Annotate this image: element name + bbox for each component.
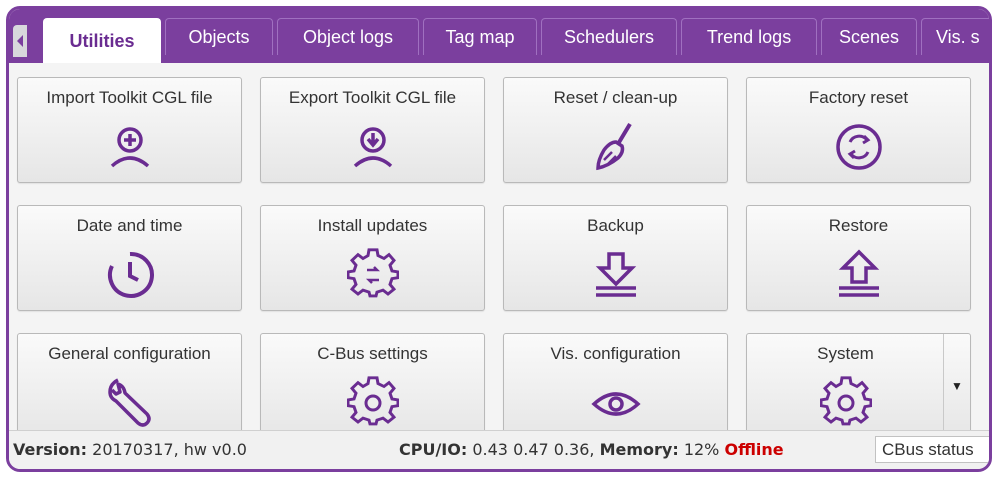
system-load-info: CPU/IO: 0.43 0.47 0.36, Memory: 12% Offl… bbox=[399, 440, 784, 459]
system-dropdown-toggle[interactable]: ▼ bbox=[943, 334, 970, 438]
caret-down-icon: ▼ bbox=[951, 379, 963, 393]
memory-label: Memory: bbox=[599, 440, 679, 459]
tile-label: Import Toolkit CGL file bbox=[46, 88, 213, 107]
tile-label: Export Toolkit CGL file bbox=[288, 88, 457, 107]
tile-label: Date and time bbox=[76, 216, 183, 235]
tile-label: Vis. configuration bbox=[550, 344, 681, 363]
tile-label: System bbox=[817, 344, 874, 363]
scroll-left-button[interactable] bbox=[13, 25, 27, 57]
tile-label: Backup bbox=[587, 216, 644, 235]
cpu-label: CPU/IO: bbox=[399, 440, 468, 459]
connection-status: Offline bbox=[724, 440, 784, 459]
tile-label: Restore bbox=[828, 216, 889, 235]
cbus-settings-button[interactable]: C-Bus settings bbox=[260, 333, 485, 439]
gear-icon bbox=[346, 376, 399, 428]
factory-reset-icon bbox=[833, 120, 885, 172]
date-time-button[interactable]: Date and time bbox=[17, 205, 242, 311]
reset-cleanup-button[interactable]: Reset / clean-up bbox=[503, 77, 728, 183]
import-cgl-button[interactable]: Import Toolkit CGL file bbox=[17, 77, 242, 183]
tab-scenes[interactable]: Scenes bbox=[821, 18, 917, 55]
tab-objects[interactable]: Objects bbox=[165, 18, 273, 55]
version-info: Version: 20170317, hw v0.0 bbox=[13, 440, 247, 459]
restore-icon bbox=[833, 248, 885, 300]
tile-label: C-Bus settings bbox=[317, 344, 428, 363]
backup-button[interactable]: Backup bbox=[503, 205, 728, 311]
version-label: Version: bbox=[13, 440, 88, 459]
cbus-status-button[interactable]: CBus status bbox=[875, 436, 989, 463]
import-icon bbox=[104, 120, 156, 172]
backup-icon bbox=[590, 248, 642, 300]
version-value: 20170317, hw v0.0 bbox=[87, 440, 247, 459]
broom-icon bbox=[590, 120, 642, 172]
cpu-value: 0.43 0.47 0.36, bbox=[467, 440, 600, 459]
restore-button[interactable]: Restore bbox=[746, 205, 971, 311]
gear-icon bbox=[819, 376, 872, 428]
vis-configuration-button[interactable]: Vis. configuration bbox=[503, 333, 728, 439]
tab-bar: Utilities Objects Object logs Tag map Sc… bbox=[9, 9, 989, 63]
wrench-icon bbox=[104, 376, 156, 428]
arrow-left-icon bbox=[17, 35, 23, 47]
install-updates-button[interactable]: Install updates bbox=[260, 205, 485, 311]
tab-tag-map[interactable]: Tag map bbox=[423, 18, 537, 55]
clock-icon bbox=[104, 248, 156, 300]
tab-schedulers[interactable]: Schedulers bbox=[541, 18, 677, 55]
system-button[interactable]: System ▼ bbox=[746, 333, 971, 439]
status-bar: Version: 20170317, hw v0.0 CPU/IO: 0.43 … bbox=[9, 430, 989, 469]
tile-label: Install updates bbox=[317, 216, 428, 235]
tile-label: General configuration bbox=[48, 344, 211, 363]
tab-vis[interactable]: Vis. s bbox=[921, 18, 989, 55]
factory-reset-button[interactable]: Factory reset bbox=[746, 77, 971, 183]
tile-label: Factory reset bbox=[808, 88, 909, 107]
tab-trend-logs[interactable]: Trend logs bbox=[681, 18, 817, 55]
general-configuration-button[interactable]: General configuration bbox=[17, 333, 242, 439]
export-cgl-button[interactable]: Export Toolkit CGL file bbox=[260, 77, 485, 183]
tab-utilities[interactable]: Utilities bbox=[43, 18, 161, 63]
update-gear-icon bbox=[346, 248, 399, 300]
utilities-panel: Import Toolkit CGL file Export Toolkit C… bbox=[9, 63, 989, 439]
memory-value: 12% bbox=[678, 440, 725, 459]
tab-object-logs[interactable]: Object logs bbox=[277, 18, 419, 55]
eye-icon bbox=[590, 376, 642, 428]
tile-label: Reset / clean-up bbox=[553, 88, 678, 107]
export-icon bbox=[347, 120, 399, 172]
app-window: Utilities Objects Object logs Tag map Sc… bbox=[6, 6, 992, 472]
